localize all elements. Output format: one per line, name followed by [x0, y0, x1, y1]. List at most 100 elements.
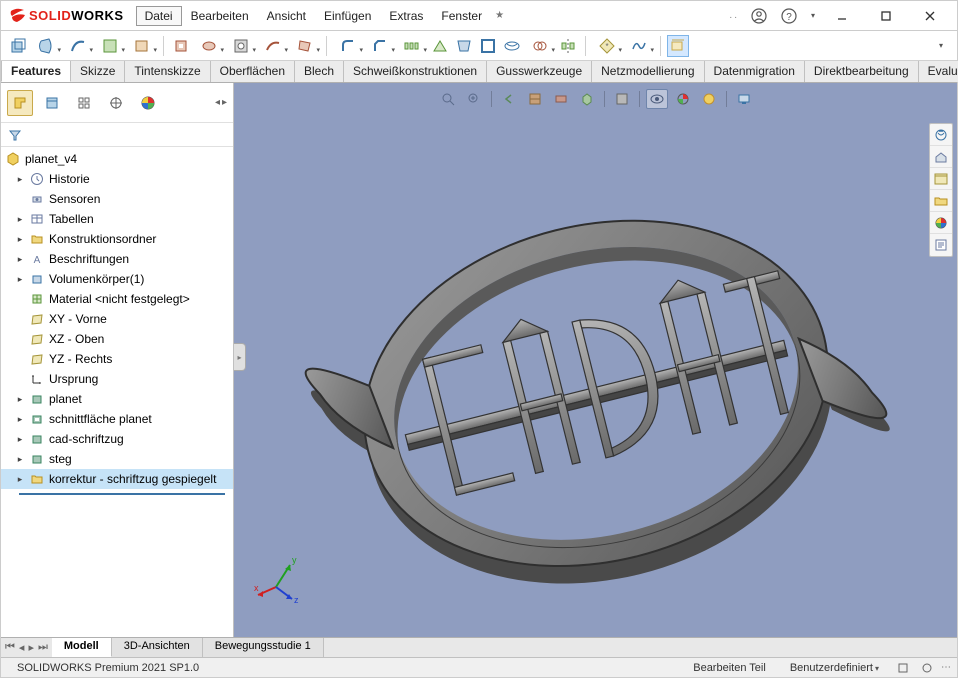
loft-cut-icon[interactable]: ▾ — [290, 35, 320, 57]
tree-beschriftungen[interactable]: ▸ABeschriftungen — [1, 249, 233, 269]
extrude-cut-icon[interactable] — [170, 35, 192, 57]
viewport-3d[interactable]: ▸ — [234, 83, 957, 657]
tab-nav-next-icon[interactable]: ▸ — [28, 641, 34, 654]
view-triad[interactable]: x y z — [252, 547, 312, 607]
shell-icon[interactable] — [477, 35, 499, 57]
curves-icon[interactable]: ▾ — [624, 35, 654, 57]
tree-root[interactable]: planet_v4 — [1, 149, 233, 169]
toolbar-expand-icon[interactable]: ▾ — [929, 35, 951, 57]
panel-tab-dimxpert-icon[interactable] — [103, 90, 129, 116]
tab-schweiss[interactable]: Schweißkonstruktionen — [344, 61, 487, 82]
status-overflow-icon[interactable]: ⋯ — [941, 662, 951, 673]
tab-oberflaechen[interactable]: Oberflächen — [211, 61, 295, 82]
taskpane-designlib-icon[interactable] — [930, 146, 952, 168]
view-settings-icon[interactable] — [733, 89, 755, 109]
panel-tab-configurationmanager-icon[interactable] — [71, 90, 97, 116]
taskpane-appearances-icon[interactable] — [930, 212, 952, 234]
mirror-icon[interactable] — [557, 35, 579, 57]
panel-tab-display-icon[interactable] — [135, 90, 161, 116]
taskpane-viewpalette-icon[interactable] — [930, 190, 952, 212]
hide-show-icon[interactable] — [646, 89, 668, 109]
tab-tintenskizze[interactable]: Tintenskizze — [125, 61, 210, 82]
tab-netzmodellierung[interactable]: Netzmodellierung — [592, 61, 704, 82]
tree-tabellen[interactable]: ▸Tabellen — [1, 209, 233, 229]
tree-feature-schnittflaeche[interactable]: ▸schnittfläche planet — [1, 409, 233, 429]
help-icon[interactable]: ? — [779, 6, 799, 26]
tab-datenmigration[interactable]: Datenmigration — [705, 61, 805, 82]
menu-file[interactable]: Datei — [136, 6, 182, 26]
bottom-tab-bewegungsstudie[interactable]: Bewegungsstudie 1 — [203, 638, 324, 657]
filter-icon[interactable] — [7, 127, 23, 143]
reference-geometry-icon[interactable]: *▾ — [592, 35, 622, 57]
tab-direktbearbeitung[interactable]: Direktbearbeitung — [805, 61, 919, 82]
bottom-tab-modell[interactable]: Modell — [52, 638, 112, 657]
tree-historie[interactable]: ▸Historie — [1, 169, 233, 189]
loft-boss-icon[interactable]: ▾ — [95, 35, 125, 57]
menu-dots-icon[interactable]: .. — [729, 10, 739, 21]
status-icon-1[interactable] — [893, 658, 913, 678]
help-dropdown-icon[interactable]: ▾ — [811, 11, 815, 20]
dynamic-annotation-icon[interactable] — [550, 89, 572, 109]
zoom-area-icon[interactable] — [463, 89, 485, 109]
revolve-boss-icon[interactable]: ▾ — [31, 35, 61, 57]
instant3d-icon[interactable] — [667, 35, 689, 57]
menu-view[interactable]: Ansicht — [258, 6, 315, 26]
tree-folder-korrektur[interactable]: ▸korrektur - schriftzug gespiegelt — [1, 469, 233, 489]
rollback-bar[interactable] — [19, 493, 225, 495]
status-icon-2[interactable] — [917, 658, 937, 678]
menu-overflow-icon[interactable]: ★ — [495, 10, 504, 21]
panel-tab-propertymanager-icon[interactable] — [39, 90, 65, 116]
apply-scene-icon[interactable] — [698, 89, 720, 109]
menu-extras[interactable]: Extras — [380, 6, 432, 26]
fillet-icon[interactable]: ▾ — [333, 35, 363, 57]
panel-nav-left-icon[interactable]: ◂ — [215, 97, 220, 108]
tab-gusswerkzeuge[interactable]: Gusswerkzeuge — [487, 61, 592, 82]
panel-tab-featuremanager-icon[interactable] — [7, 90, 33, 116]
menu-edit[interactable]: Bearbeiten — [182, 6, 258, 26]
taskpane-fileexplorer-icon[interactable] — [930, 168, 952, 190]
user-icon[interactable] — [749, 6, 769, 26]
intersect-icon[interactable]: ▾ — [525, 35, 555, 57]
chamfer-icon[interactable]: ▾ — [365, 35, 395, 57]
tree-ursprung[interactable]: ▸Ursprung — [1, 369, 233, 389]
view-orientation-icon[interactable] — [576, 89, 598, 109]
tree-volumenkoerper[interactable]: ▸Volumenkörper(1) — [1, 269, 233, 289]
panel-nav-right-icon[interactable]: ▸ — [222, 97, 227, 108]
extrude-boss-icon[interactable] — [7, 35, 29, 57]
previous-view-icon[interactable] — [498, 89, 520, 109]
tab-evaluieren[interactable]: Evaluieren — [919, 61, 958, 82]
zoom-fit-icon[interactable] — [437, 89, 459, 109]
minimize-button[interactable] — [825, 5, 859, 27]
tree-feature-cadschriftzug[interactable]: ▸cad-schriftzug — [1, 429, 233, 449]
tab-skizze[interactable]: Skizze — [71, 61, 125, 82]
menu-window[interactable]: Fenster — [432, 6, 491, 26]
menu-insert[interactable]: Einfügen — [315, 6, 380, 26]
tree-feature-planet[interactable]: ▸planet — [1, 389, 233, 409]
tree-plane-xy[interactable]: ▸XY - Vorne — [1, 309, 233, 329]
revolve-cut-icon[interactable]: ▾ — [194, 35, 224, 57]
tree-feature-steg[interactable]: ▸steg — [1, 449, 233, 469]
display-style-icon[interactable] — [611, 89, 633, 109]
hole-wizard-icon[interactable]: ▾ — [226, 35, 256, 57]
edit-appearance-icon[interactable] — [672, 89, 694, 109]
boundary-boss-icon[interactable]: ▾ — [127, 35, 157, 57]
tab-nav-prev-icon[interactable]: ◂ — [19, 641, 25, 654]
sweep-cut-icon[interactable]: ▾ — [258, 35, 288, 57]
linear-pattern-icon[interactable]: ▾ — [397, 35, 427, 57]
draft-icon[interactable] — [453, 35, 475, 57]
tab-nav-first-icon[interactable]: ⏮ — [5, 641, 15, 654]
status-units[interactable]: Benutzerdefiniert▾ — [780, 662, 889, 674]
tree-sensoren[interactable]: ▸Sensoren — [1, 189, 233, 209]
tree-material[interactable]: ▸Material <nicht festgelegt> — [1, 289, 233, 309]
bottom-tab-3dansichten[interactable]: 3D-Ansichten — [112, 638, 203, 657]
panel-splitter-handle[interactable]: ▸ — [234, 343, 246, 371]
rib-icon[interactable] — [429, 35, 451, 57]
taskpane-swresources-icon[interactable] — [930, 124, 952, 146]
close-button[interactable] — [913, 5, 947, 27]
section-view-icon[interactable] — [524, 89, 546, 109]
maximize-button[interactable] — [869, 5, 903, 27]
tab-nav-last-icon[interactable]: ⏭ — [38, 641, 48, 654]
tab-blech[interactable]: Blech — [295, 61, 344, 82]
wrap-icon[interactable] — [501, 35, 523, 57]
tab-features[interactable]: Features — [1, 61, 71, 82]
